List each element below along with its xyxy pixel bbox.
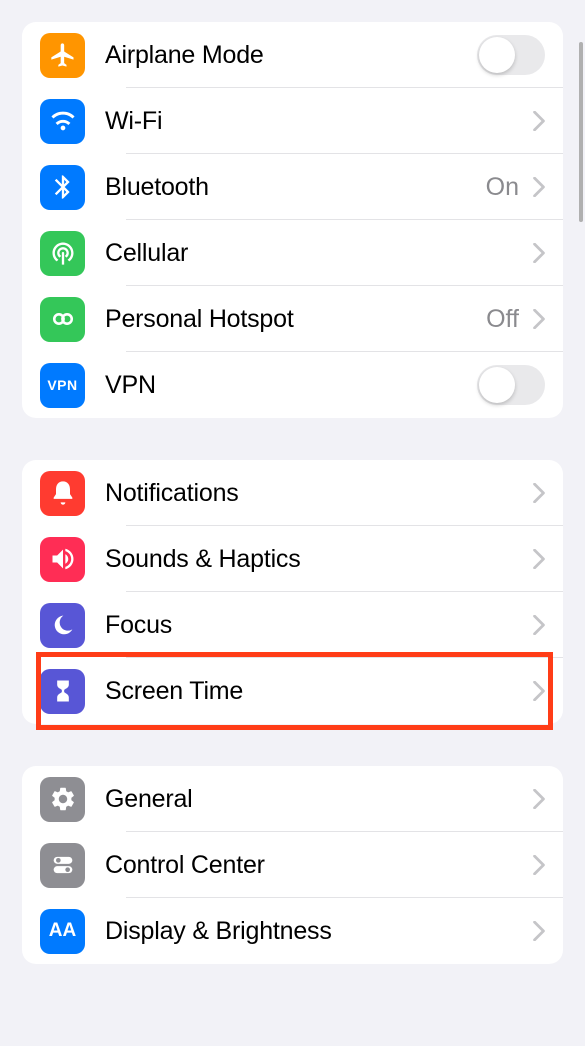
wifi-icon [40, 99, 85, 144]
moon-icon [40, 603, 85, 648]
row-general[interactable]: General [22, 766, 563, 832]
row-sounds-haptics[interactable]: Sounds & Haptics [22, 526, 563, 592]
bluetooth-icon [40, 165, 85, 210]
chevron-right-icon [533, 243, 545, 263]
switches-icon [40, 843, 85, 888]
row-label: VPN [105, 371, 477, 400]
speaker-icon [40, 537, 85, 582]
bell-icon [40, 471, 85, 516]
row-label: Display & Brightness [105, 917, 529, 946]
chevron-right-icon [533, 681, 545, 701]
hourglass-icon [40, 669, 85, 714]
hotspot-icon [40, 297, 85, 342]
row-label: General [105, 785, 529, 814]
row-value: On [486, 173, 519, 202]
vpn-icon: VPN [40, 363, 85, 408]
row-cellular[interactable]: Cellular [22, 220, 563, 286]
chevron-right-icon [533, 615, 545, 635]
row-vpn[interactable]: VPN VPN [22, 352, 563, 418]
chevron-right-icon [533, 549, 545, 569]
chevron-right-icon [533, 855, 545, 875]
settings-group-attention: Notifications Sounds & Haptics Focus Scr… [22, 460, 563, 724]
gear-icon [40, 777, 85, 822]
row-label: Personal Hotspot [105, 305, 486, 334]
row-focus[interactable]: Focus [22, 592, 563, 658]
row-airplane-mode[interactable]: Airplane Mode [22, 22, 563, 88]
scroll-indicator [579, 42, 583, 222]
row-label: Airplane Mode [105, 41, 477, 70]
aa-icon: AA [40, 909, 85, 954]
row-label: Notifications [105, 479, 529, 508]
chevron-right-icon [533, 177, 545, 197]
vpn-toggle[interactable] [477, 365, 545, 405]
settings-group-connectivity: Airplane Mode Wi-Fi Bluetooth On Cellula… [22, 22, 563, 418]
row-label: Focus [105, 611, 529, 640]
row-bluetooth[interactable]: Bluetooth On [22, 154, 563, 220]
row-label: Wi-Fi [105, 107, 529, 136]
row-notifications[interactable]: Notifications [22, 460, 563, 526]
row-label: Screen Time [105, 677, 529, 706]
airplane-icon [40, 33, 85, 78]
row-label: Sounds & Haptics [105, 545, 529, 574]
chevron-right-icon [533, 483, 545, 503]
row-label: Cellular [105, 239, 529, 268]
row-label: Control Center [105, 851, 529, 880]
chevron-right-icon [533, 111, 545, 131]
row-screen-time[interactable]: Screen Time [22, 658, 563, 724]
chevron-right-icon [533, 921, 545, 941]
chevron-right-icon [533, 789, 545, 809]
row-label: Bluetooth [105, 173, 486, 202]
row-control-center[interactable]: Control Center [22, 832, 563, 898]
settings-group-device: General Control Center AA Display & Brig… [22, 766, 563, 964]
chevron-right-icon [533, 309, 545, 329]
row-display-brightness[interactable]: AA Display & Brightness [22, 898, 563, 964]
row-value: Off [486, 305, 519, 334]
row-personal-hotspot[interactable]: Personal Hotspot Off [22, 286, 563, 352]
row-wifi[interactable]: Wi-Fi [22, 88, 563, 154]
cellular-icon [40, 231, 85, 276]
airplane-toggle[interactable] [477, 35, 545, 75]
